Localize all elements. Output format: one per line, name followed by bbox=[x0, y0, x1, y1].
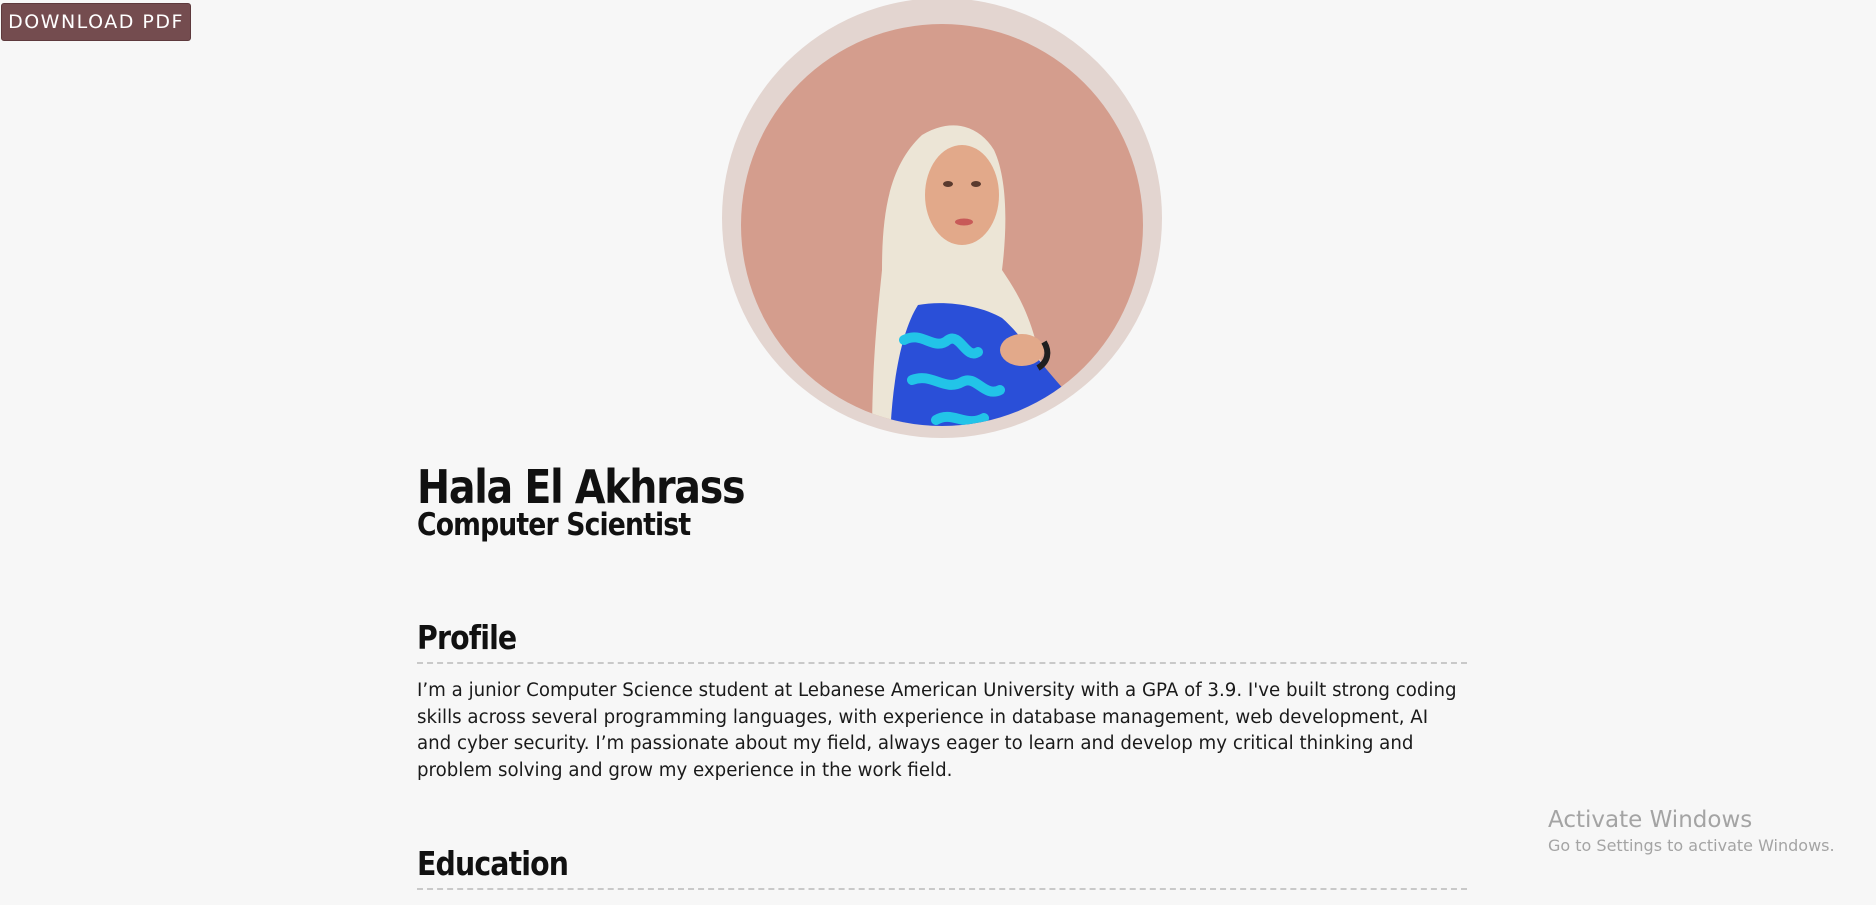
download-pdf-button[interactable]: DOWNLOAD PDF bbox=[1, 3, 191, 41]
section-heading: Education bbox=[417, 844, 569, 883]
profile-photo bbox=[722, 0, 1162, 438]
person-title: Computer Scientist bbox=[417, 507, 691, 543]
section-profile: Profile I’m a junior Computer Science st… bbox=[417, 618, 1467, 784]
section-divider bbox=[417, 888, 1467, 890]
section-text: I’m a junior Computer Science student at… bbox=[417, 680, 1457, 781]
activation-watermark: Activate Windows Go to Settings to activ… bbox=[1548, 805, 1835, 857]
watermark-title: Activate Windows bbox=[1548, 807, 1753, 833]
person-name: Hala El Akhrass bbox=[417, 460, 746, 514]
section-education: Education bbox=[417, 844, 1467, 890]
watermark-subtitle: Go to Settings to activate Windows. bbox=[1548, 836, 1835, 855]
section-heading: Profile bbox=[417, 618, 517, 657]
avatar bbox=[722, 0, 1162, 440]
resume-content: Hala El Akhrass Computer Scientist Profi… bbox=[417, 462, 1467, 904]
section-divider bbox=[417, 662, 1467, 664]
